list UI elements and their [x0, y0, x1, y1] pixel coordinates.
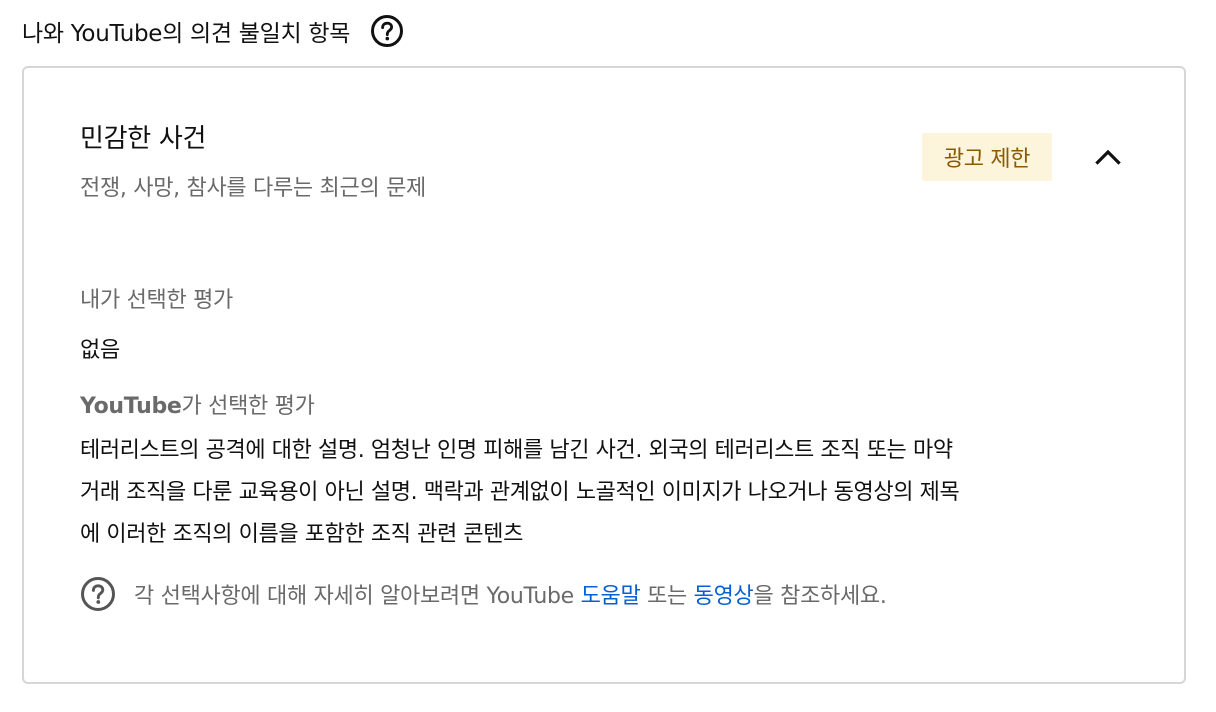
description-line: 에 이러한 조직의 이름을 포함한 조직 관련 콘텐츠 — [80, 522, 523, 547]
collapse-button[interactable] — [1088, 138, 1128, 178]
help-note-middle: 또는 — [640, 584, 694, 609]
section-header: 나와 YouTube의 의견 불일치 항목 — [22, 10, 404, 52]
help-note-suffix: 을 참조하세요. — [753, 584, 887, 609]
help-circle-icon[interactable] — [370, 14, 404, 48]
section-title: 나와 YouTube의 의견 불일치 항목 — [22, 21, 351, 47]
video-link[interactable]: 동영상 — [694, 578, 754, 610]
youtube-rating-label-brand: YouTube — [80, 394, 182, 419]
youtube-rating-label-rest: 가 선택한 평가 — [181, 394, 315, 419]
help-note-prefix: 각 선택사항에 대해 자세히 알아보려면 YouTube — [134, 584, 581, 609]
help-note: 각 선택사항에 대해 자세히 알아보려면 YouTube 도움말 또는 동영상 … — [80, 572, 887, 616]
youtube-rating-label: YouTube가 선택한 평가 — [80, 388, 315, 420]
youtube-rating-description: 테러리스트의 공격에 대한 설명. 엄청난 인명 피해를 남긴 사건. 외국의 … — [80, 430, 1080, 556]
issue-card: 민감한 사건 전쟁, 사망, 참사를 다루는 최근의 문제 광고 제한 내가 선… — [22, 66, 1186, 684]
issue-title: 민감한 사건 — [80, 124, 207, 154]
status-badge: 광고 제한 — [922, 133, 1052, 181]
my-rating-value: 없음 — [80, 338, 120, 363]
help-link[interactable]: 도움말 — [581, 578, 641, 610]
help-circle-icon — [80, 574, 120, 614]
issue-subtitle: 전쟁, 사망, 참사를 다루는 최근의 문제 — [80, 176, 426, 201]
chevron-up-icon — [1095, 147, 1121, 169]
description-line: 거래 조직을 다룬 교육용이 아닌 설명. 맥락과 관계없이 노골적인 이미지가… — [80, 480, 960, 505]
description-line: 테러리스트의 공격에 대한 설명. 엄청난 인명 피해를 남긴 사건. 외국의 … — [80, 438, 953, 463]
my-rating-label: 내가 선택한 평가 — [80, 288, 233, 313]
